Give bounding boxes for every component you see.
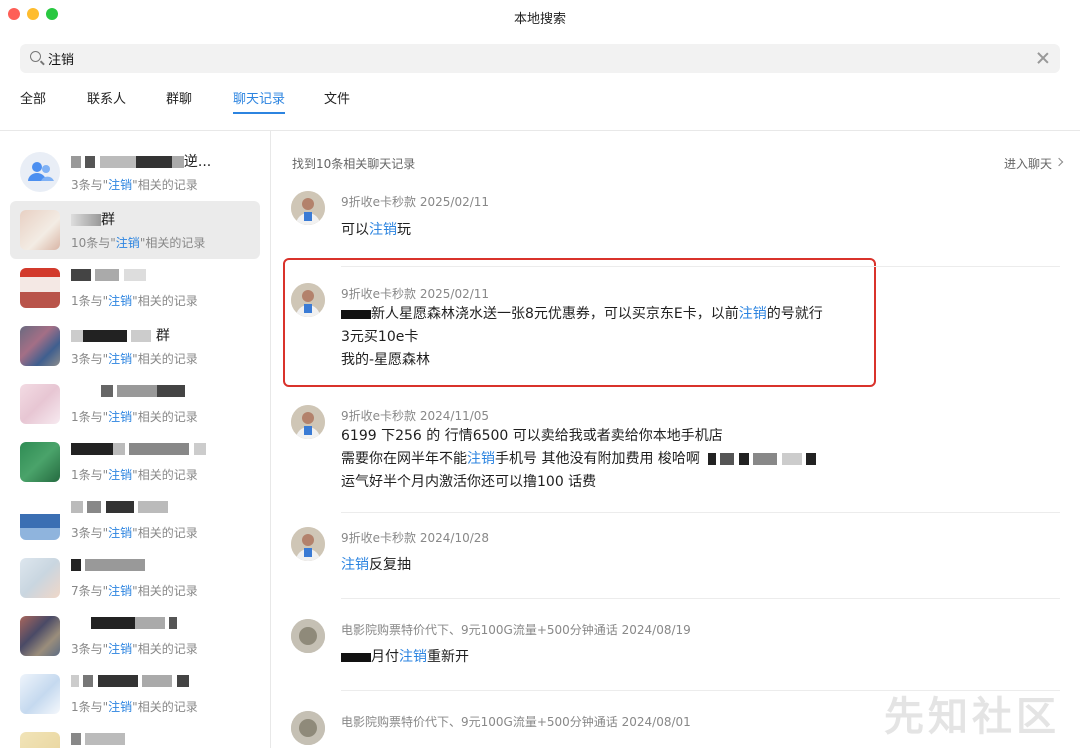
list-item-count: 3条与"注销"相关的记录 <box>71 352 198 366</box>
clear-search-icon[interactable] <box>1036 51 1050 65</box>
window-title: 本地搜索 <box>513 12 566 27</box>
tab-contacts[interactable]: 联系人 <box>87 88 126 118</box>
list-item-count: 1条与"注销"相关的记录 <box>71 468 198 482</box>
list-item-name <box>71 267 146 283</box>
message-sender: 9折收e卡秒款 2025/02/11 <box>341 287 490 301</box>
group-avatar-icon <box>20 616 60 656</box>
chevron-right-icon[interactable] <box>1054 157 1064 167</box>
message-text: 月付注销重新开 <box>341 646 469 669</box>
divider <box>341 598 1060 599</box>
list-item-count: 10条与"注销"相关的记录 <box>71 236 206 250</box>
avatar <box>291 283 325 317</box>
message-text: 注销反复抽 <box>341 557 411 573</box>
message-sender: 9折收e卡秒款 2024/11/05 <box>341 409 490 423</box>
list-item-name: 群 <box>71 325 170 345</box>
tab-groups[interactable]: 群聊 <box>166 88 192 118</box>
message-text: 6199 下256 的 行情6500 可以卖给我或者卖给你本地手机店 需要你在网… <box>341 425 817 494</box>
tab-files[interactable]: 文件 <box>324 88 350 118</box>
list-item[interactable]: 3条与"注销"相关的记录 <box>10 607 260 665</box>
title-bar: 本地搜索 <box>0 0 1080 34</box>
avatar <box>291 619 325 653</box>
group-avatar-icon <box>20 210 60 250</box>
group-avatar-icon <box>20 326 60 366</box>
list-item-name <box>71 673 189 689</box>
list-item-name <box>71 557 146 573</box>
list-item-count: 1条与"注销"相关的记录 <box>71 294 198 308</box>
search-bar <box>20 44 1060 73</box>
list-item-count: 3条与"注销"相关的记录 <box>71 178 198 192</box>
list-item-name: 逆... <box>71 151 211 171</box>
list-item[interactable] <box>10 723 260 748</box>
group-avatar-icon <box>20 384 60 424</box>
avatar <box>291 405 325 439</box>
list-item-name <box>71 731 126 747</box>
message-text: 新人星愿森林浇水送一张8元优惠券，可以买京东E卡，以前注销的号就行 3元买10e… <box>341 306 823 368</box>
group-avatar-icon <box>20 732 60 748</box>
results-pane: 找到10条相关聊天记录 进入聊天 9折收e卡秒款 2025/02/11 可以注销… <box>271 131 1080 748</box>
list-item[interactable]: 3条与"注销"相关的记录 <box>10 491 260 549</box>
list-item-count: 7条与"注销"相关的记录 <box>71 584 198 598</box>
list-item-count: 1条与"注销"相关的记录 <box>71 410 198 424</box>
list-item-count: 3条与"注销"相关的记录 <box>71 526 198 540</box>
list-item-count: 1条与"注销"相关的记录 <box>71 700 198 714</box>
group-avatar-icon <box>20 500 60 540</box>
list-item-count: 3条与"注销"相关的记录 <box>71 642 198 656</box>
avatar <box>291 527 325 561</box>
list-item-name <box>71 441 206 457</box>
message-sender: 9折收e卡秒款 2024/10/28 <box>341 531 490 545</box>
list-item[interactable]: 1条与"注销"相关的记录 <box>10 665 260 723</box>
tab-chat-records[interactable]: 聊天记录 <box>233 88 286 118</box>
list-item[interactable]: 1条与"注销"相关的记录 <box>10 259 260 317</box>
message-sender: 电影院购票特价代下、9元100G流量+500分钟通话 2024/08/19 <box>341 623 691 637</box>
message-sender: 9折收e卡秒款 2025/02/11 <box>341 195 490 209</box>
avatar <box>291 191 325 225</box>
divider <box>341 266 1060 267</box>
tab-all[interactable]: 全部 <box>20 88 46 118</box>
search-icon <box>30 51 41 62</box>
message-text: 可以注销玩 <box>341 222 411 238</box>
group-avatar-icon <box>20 558 60 598</box>
search-input[interactable] <box>48 48 1008 69</box>
results-count: 找到10条相关聊天记录 <box>292 157 416 171</box>
list-item-name <box>71 615 178 631</box>
list-item[interactable]: 1条与"注销"相关的记录 <box>10 433 260 491</box>
conversation-list: 逆... 3条与"注销"相关的记录 群 10条与"注销"相关的记录 1条与"注销… <box>0 131 270 748</box>
list-item[interactable]: 逆... 3条与"注销"相关的记录 <box>10 143 260 201</box>
list-item[interactable]: 群 10条与"注销"相关的记录 <box>10 201 260 259</box>
divider <box>341 512 1060 513</box>
group-avatar-icon <box>20 152 60 192</box>
group-avatar-icon <box>20 268 60 308</box>
group-avatar-icon <box>20 674 60 714</box>
enter-chat-link[interactable]: 进入聊天 <box>1004 155 1052 172</box>
avatar <box>291 711 325 745</box>
list-item-name: 群 <box>71 209 115 229</box>
list-item[interactable]: 群 3条与"注销"相关的记录 <box>10 317 260 375</box>
group-avatar-icon <box>20 442 60 482</box>
list-item-name <box>71 383 186 399</box>
list-item-name <box>71 499 169 515</box>
list-item[interactable]: 7条与"注销"相关的记录 <box>10 549 260 607</box>
list-item[interactable]: 1条与"注销"相关的记录 <box>10 375 260 433</box>
watermark: 先知社区 <box>884 694 1060 740</box>
message-sender: 电影院购票特价代下、9元100G流量+500分钟通话 2024/08/01 <box>341 715 691 729</box>
